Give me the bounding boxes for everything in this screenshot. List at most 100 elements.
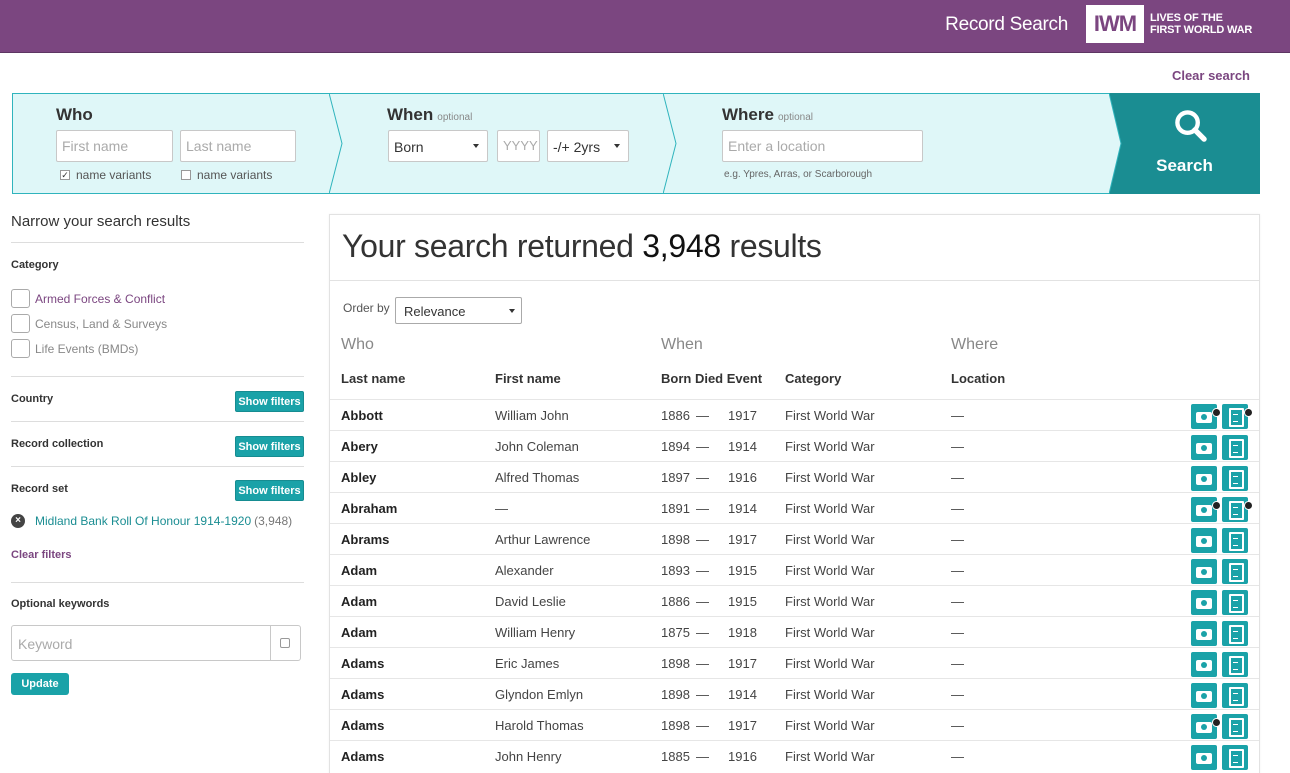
- cell-last-name[interactable]: Adams: [341, 656, 384, 671]
- document-icon[interactable]: [1222, 745, 1248, 770]
- table-row[interactable]: Adam William Henry 1875 — 1918 First Wor…: [330, 616, 1259, 647]
- camera-icon[interactable]: [1191, 528, 1217, 553]
- results-table-body: Abbott William John 1886 — 1917 First Wo…: [330, 399, 1259, 771]
- cell-born: 1875: [661, 625, 690, 640]
- camera-icon[interactable]: [1191, 745, 1217, 770]
- cell-last-name[interactable]: Abraham: [341, 501, 397, 516]
- checkbox-icon[interactable]: [280, 638, 290, 648]
- column-header-category[interactable]: Category: [785, 371, 841, 386]
- document-icon[interactable]: [1222, 559, 1248, 584]
- cell-last-name[interactable]: Adams: [341, 718, 384, 733]
- year-range-select[interactable]: -/+ 2yrs: [547, 130, 629, 162]
- document-icon[interactable]: [1222, 652, 1248, 677]
- first-name-input[interactable]: First name: [56, 130, 173, 162]
- document-icon[interactable]: [1222, 621, 1248, 646]
- category-item-life-events[interactable]: Life Events (BMDs): [11, 336, 304, 361]
- table-row[interactable]: Abbott William John 1886 — 1917 First Wo…: [330, 399, 1259, 430]
- cell-first-name: Glyndon Emlyn: [495, 687, 584, 702]
- iwm-logo[interactable]: IWM LIVES OF THE FIRST WORLD WAR: [1086, 5, 1252, 43]
- location-input[interactable]: Enter a location: [722, 130, 923, 162]
- document-icon[interactable]: [1222, 466, 1248, 491]
- table-row[interactable]: Abrams Arthur Lawrence 1898 — 1917 First…: [330, 523, 1259, 554]
- table-row[interactable]: Adam Alexander 1893 — 1915 First World W…: [330, 554, 1259, 585]
- keyword-option[interactable]: [270, 626, 300, 660]
- cell-died: 1914: [728, 439, 757, 454]
- cell-last-name[interactable]: Adam: [341, 563, 377, 578]
- cell-last-name[interactable]: Abbott: [341, 408, 383, 423]
- cell-last-name[interactable]: Abery: [341, 439, 378, 454]
- keyword-input[interactable]: Keyword: [11, 625, 301, 661]
- cell-location: —: [951, 625, 964, 640]
- document-icon[interactable]: [1222, 404, 1248, 429]
- search-notch-border: [1109, 93, 1122, 194]
- cell-last-name[interactable]: Abrams: [341, 532, 389, 547]
- cell-died: 1914: [728, 687, 757, 702]
- logo-line-1: LIVES OF THE: [1150, 12, 1223, 24]
- cell-category: First World War: [785, 625, 875, 640]
- table-row[interactable]: Adams Eric James 1898 — 1917 First World…: [330, 647, 1259, 678]
- active-filter: × Midland Bank Roll Of Honour 1914-1920 …: [11, 514, 292, 528]
- table-row[interactable]: Abley Alfred Thomas 1897 — 1916 First Wo…: [330, 461, 1259, 492]
- document-icon[interactable]: [1222, 683, 1248, 708]
- checkbox-icon[interactable]: [11, 314, 30, 333]
- clear-search-link[interactable]: Clear search: [1172, 68, 1250, 83]
- column-header-last-name[interactable]: Last name: [341, 371, 405, 386]
- document-icon[interactable]: [1222, 714, 1248, 739]
- cell-dash: —: [696, 408, 709, 423]
- cell-last-name[interactable]: Abley: [341, 470, 376, 485]
- cell-died: 1917: [728, 532, 757, 547]
- camera-icon[interactable]: [1191, 466, 1217, 491]
- when-event-select[interactable]: Born: [388, 130, 488, 162]
- document-icon[interactable]: [1222, 590, 1248, 615]
- table-row[interactable]: Adams John Henry 1885 — 1916 First World…: [330, 740, 1259, 771]
- cell-location: —: [951, 749, 964, 764]
- cell-first-name: John Coleman: [495, 439, 579, 454]
- last-name-variants-checkbox[interactable]: name variants: [181, 168, 272, 182]
- column-header-first-name[interactable]: First name: [495, 371, 561, 386]
- photo-added-tick-icon: [1212, 718, 1221, 727]
- table-row[interactable]: Adams Glyndon Emlyn 1898 — 1914 First Wo…: [330, 678, 1259, 709]
- country-show-filters-button[interactable]: Show filters: [235, 391, 304, 412]
- camera-icon[interactable]: [1191, 435, 1217, 460]
- column-header-location[interactable]: Location: [951, 371, 1005, 386]
- camera-icon[interactable]: [1191, 683, 1217, 708]
- record-collection-show-filters-button[interactable]: Show filters: [235, 436, 304, 457]
- document-icon[interactable]: [1222, 435, 1248, 460]
- checkbox-icon[interactable]: [11, 289, 30, 308]
- order-by-select[interactable]: Relevance: [395, 297, 522, 324]
- table-row[interactable]: Adam David Leslie 1886 — 1915 First Worl…: [330, 585, 1259, 616]
- cell-last-name[interactable]: Adams: [341, 749, 384, 764]
- camera-icon[interactable]: [1191, 652, 1217, 677]
- cell-died: 1915: [728, 563, 757, 578]
- column-header-born-died-event[interactable]: Born Died Event: [661, 371, 762, 386]
- update-button[interactable]: Update: [11, 673, 69, 695]
- remove-filter-icon[interactable]: ×: [11, 514, 25, 528]
- record-set-show-filters-button[interactable]: Show filters: [235, 480, 304, 501]
- cell-first-name: William Henry: [495, 625, 576, 640]
- camera-icon[interactable]: [1191, 621, 1217, 646]
- camera-icon[interactable]: [1191, 559, 1217, 584]
- document-icon[interactable]: [1222, 497, 1248, 522]
- when-segment: When optional Born YYYY -/+ 2yrs: [329, 93, 664, 194]
- category-label[interactable]: Armed Forces & Conflict: [35, 292, 165, 306]
- cell-last-name[interactable]: Adam: [341, 594, 377, 609]
- checkbox-checked-icon: ✓: [60, 170, 70, 180]
- cell-last-name[interactable]: Adams: [341, 687, 384, 702]
- active-filter-label[interactable]: Midland Bank Roll Of Honour 1914-1920: [35, 514, 251, 528]
- table-row[interactable]: Adams Harold Thomas 1898 — 1917 First Wo…: [330, 709, 1259, 740]
- cell-born: 1894: [661, 439, 690, 454]
- clear-filters-link[interactable]: Clear filters: [11, 549, 72, 561]
- category-item-armed-forces[interactable]: Armed Forces & Conflict: [11, 286, 304, 311]
- last-name-input[interactable]: Last name: [180, 130, 296, 162]
- year-input[interactable]: YYYY: [497, 130, 540, 162]
- camera-icon[interactable]: [1191, 590, 1217, 615]
- document-icon[interactable]: [1222, 528, 1248, 553]
- table-row[interactable]: Abraham — 1891 — 1914 First World War —: [330, 492, 1259, 523]
- category-item-census[interactable]: Census, Land & Surveys: [11, 311, 304, 336]
- search-button[interactable]: Search: [1109, 93, 1260, 194]
- cell-last-name[interactable]: Adam: [341, 625, 377, 640]
- checkbox-icon[interactable]: [11, 339, 30, 358]
- cell-dash: —: [696, 470, 709, 485]
- first-name-variants-checkbox[interactable]: ✓ name variants: [60, 168, 151, 182]
- table-row[interactable]: Abery John Coleman 1894 — 1914 First Wor…: [330, 430, 1259, 461]
